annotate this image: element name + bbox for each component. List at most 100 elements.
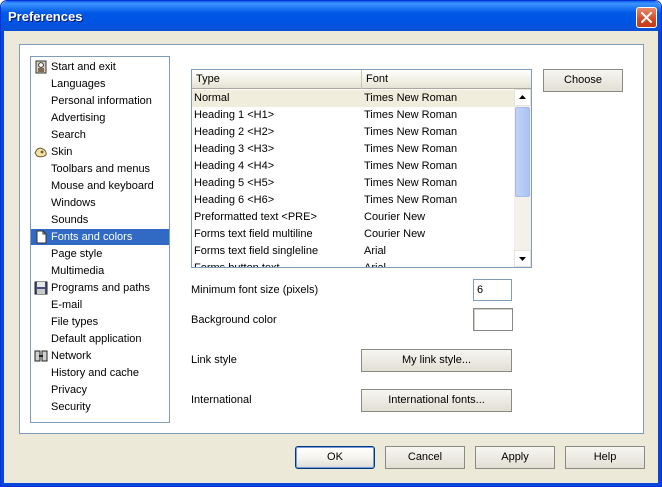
type-cell: Forms text field singleline	[194, 245, 319, 257]
sidebar-item[interactable]: Multimedia	[31, 263, 169, 279]
sidebar-item-label: History and cache	[51, 367, 140, 379]
column-header-font[interactable]: Font	[362, 70, 512, 89]
sidebar-item-label: Page style	[51, 248, 103, 260]
font-cell: Courier New	[364, 228, 426, 240]
sidebar-item[interactable]: Privacy	[31, 382, 169, 398]
column-header-type[interactable]: Type	[192, 70, 362, 89]
close-button[interactable]	[636, 7, 657, 28]
table-row[interactable]: Forms text field multiline Courier New	[192, 226, 514, 243]
sidebar-item-label: File types	[51, 316, 99, 328]
arrow-down-icon	[519, 257, 526, 261]
window-border-right	[658, 31, 661, 486]
sidebar-item-label: Security	[51, 401, 91, 413]
sidebar-item-label: Sounds	[51, 214, 89, 226]
sidebar-item-label: Languages	[51, 78, 106, 90]
title-bar[interactable]: Preferences	[1, 1, 661, 31]
scrollbar-thumb[interactable]	[515, 107, 530, 197]
sidebar-item[interactable]: Page style	[31, 246, 169, 262]
table-row[interactable]: Forms button text Arial	[192, 260, 514, 268]
link-style-label: Link style	[191, 354, 237, 366]
table-row[interactable]: Forms text field singleline Arial	[192, 243, 514, 260]
min-font-size-field[interactable]: 6	[473, 279, 512, 301]
sidebar-item[interactable]: Security	[31, 399, 169, 415]
sidebar-item[interactable]: History and cache	[31, 365, 169, 381]
sidebar-item[interactable]: Personal information	[31, 93, 169, 109]
type-cell: Heading 3 <H3>	[194, 143, 275, 155]
sidebar-item-label: Default application	[51, 333, 142, 345]
type-cell: Normal	[194, 92, 230, 104]
sidebar-item-label: Personal information	[51, 95, 152, 107]
sidebar-item[interactable]: E-mail	[31, 297, 169, 313]
font-cell: Times New Roman	[364, 160, 458, 172]
sidebar-item[interactable]: File types	[31, 314, 169, 330]
type-cell: Heading 1 <H1>	[194, 109, 275, 121]
sidebar-item[interactable]: Skin	[31, 144, 169, 160]
type-cell: Heading 4 <H4>	[194, 160, 275, 172]
sidebar-item-label: Mouse and keyboard	[51, 180, 154, 192]
help-button[interactable]: Help	[565, 446, 645, 469]
font-cell: Times New Roman	[364, 143, 458, 155]
sidebar-item-label: Search	[51, 129, 86, 141]
table-row[interactable]: Heading 1 <H1> Times New Roman	[192, 107, 514, 124]
document-icon	[34, 230, 48, 244]
sidebar-item-label: Programs and paths	[51, 282, 151, 294]
door-icon	[34, 60, 48, 74]
international-fonts-button[interactable]: International fonts...	[361, 389, 512, 412]
preferences-window: Preferences Start and exit Languages Perso…	[0, 0, 662, 487]
sidebar-item[interactable]: Toolbars and menus	[31, 161, 169, 177]
background-color-label: Background color	[191, 314, 277, 326]
min-font-size-label: Minimum font size (pixels)	[191, 284, 319, 296]
window-border-bottom	[1, 483, 661, 486]
preferences-category-list[interactable]: Start and exit Languages Personal informat…	[30, 56, 170, 423]
apply-button[interactable]: Apply	[475, 446, 555, 469]
table-row[interactable]: Heading 2 <H2> Times New Roman	[192, 124, 514, 141]
font-cell: Times New Roman	[364, 177, 458, 189]
font-cell: Arial	[364, 245, 387, 257]
sidebar-item[interactable]: Fonts and colors	[31, 229, 169, 245]
type-cell: Forms button text	[194, 262, 280, 268]
sidebar-item-label: Skin	[51, 146, 73, 158]
font-cell: Arial	[364, 262, 387, 268]
sidebar-item-label: Privacy	[51, 384, 88, 396]
window-border-left	[1, 31, 4, 486]
font-cell: Courier New	[364, 211, 426, 223]
cancel-button[interactable]: Cancel	[385, 446, 465, 469]
sidebar-item[interactable]: Network	[31, 348, 169, 364]
sidebar-item-label: Fonts and colors	[51, 231, 133, 243]
sidebar-item[interactable]: Sounds	[31, 212, 169, 228]
scroll-up-button[interactable]	[514, 89, 531, 106]
scroll-down-button[interactable]	[514, 250, 531, 267]
font-cell: Times New Roman	[364, 126, 458, 138]
arrow-up-icon	[519, 95, 526, 99]
sidebar-item[interactable]: Advertising	[31, 110, 169, 126]
sidebar-item[interactable]: Windows	[31, 195, 169, 211]
sidebar-item[interactable]: Mouse and keyboard	[31, 178, 169, 194]
sidebar-item-label: Windows	[51, 197, 96, 209]
table-row[interactable]: Heading 5 <H5> Times New Roman	[192, 175, 514, 192]
font-cell: Times New Roman	[364, 109, 458, 121]
table-row[interactable]: Heading 3 <H3> Times New Roman	[192, 141, 514, 158]
table-row[interactable]: Heading 4 <H4> Times New Roman	[192, 158, 514, 175]
type-cell: Heading 5 <H5>	[194, 177, 275, 189]
table-vertical-scrollbar[interactable]	[514, 89, 531, 267]
sidebar-item[interactable]: Languages	[31, 76, 169, 92]
table-row[interactable]: Preformatted text <PRE> Courier New	[192, 209, 514, 226]
fonts-table[interactable]: Type Font Normal Times New Roman Heading 1…	[191, 69, 532, 268]
table-row[interactable]: Heading 6 <H6> Times New Roman	[192, 192, 514, 209]
window-title: Preferences	[8, 9, 83, 24]
choose-font-button[interactable]: Choose	[543, 69, 623, 92]
sidebar-item[interactable]: Start and exit	[31, 59, 169, 75]
skin-icon	[34, 145, 48, 159]
sidebar-item[interactable]: Programs and paths	[31, 280, 169, 296]
table-header: Type Font	[192, 70, 531, 89]
table-row[interactable]: Normal Times New Roman	[192, 90, 514, 107]
my-link-style-button[interactable]: My link style...	[361, 349, 512, 372]
sidebar-item[interactable]: Default application	[31, 331, 169, 347]
close-icon	[641, 12, 652, 23]
sidebar-item[interactable]: Search	[31, 127, 169, 143]
background-color-swatch[interactable]	[473, 308, 513, 331]
ok-button[interactable]: OK	[295, 446, 375, 469]
network-icon	[34, 349, 48, 363]
type-cell: Heading 6 <H6>	[194, 194, 275, 206]
type-cell: Forms text field multiline	[194, 228, 313, 240]
